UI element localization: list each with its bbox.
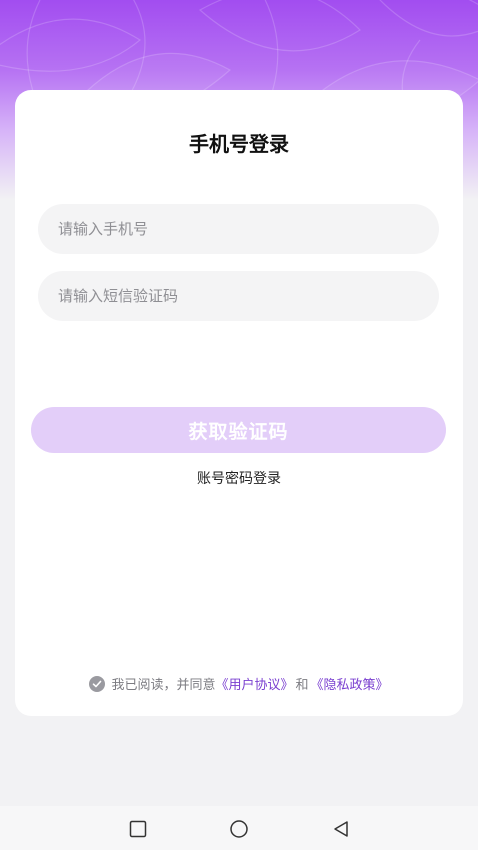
sms-code-input[interactable] bbox=[38, 271, 439, 321]
agreement-and: 和 bbox=[295, 678, 309, 693]
agreement-prefix: 我已阅读，并同意 bbox=[111, 678, 216, 693]
system-nav-bar bbox=[0, 806, 478, 850]
user-agreement-link[interactable]: 《用户协议》 bbox=[215, 674, 293, 693]
privacy-policy-link[interactable]: 《隐私政策》 bbox=[311, 674, 389, 693]
login-card bbox=[15, 90, 463, 716]
check-circle-icon[interactable] bbox=[89, 675, 106, 692]
password-login-link[interactable]: 账号密码登录 bbox=[0, 468, 478, 488]
circle-icon[interactable] bbox=[228, 818, 250, 840]
phone-input[interactable] bbox=[38, 204, 439, 254]
agreement-row: 我已阅读，并同意 《用户协议》 和 《隐私政策》 bbox=[0, 674, 478, 693]
page-title: 手机号登录 bbox=[189, 132, 289, 156]
triangle-back-icon[interactable] bbox=[330, 818, 352, 840]
get-code-button[interactable]: 获取验证码 bbox=[31, 407, 446, 453]
square-icon[interactable] bbox=[127, 818, 149, 840]
